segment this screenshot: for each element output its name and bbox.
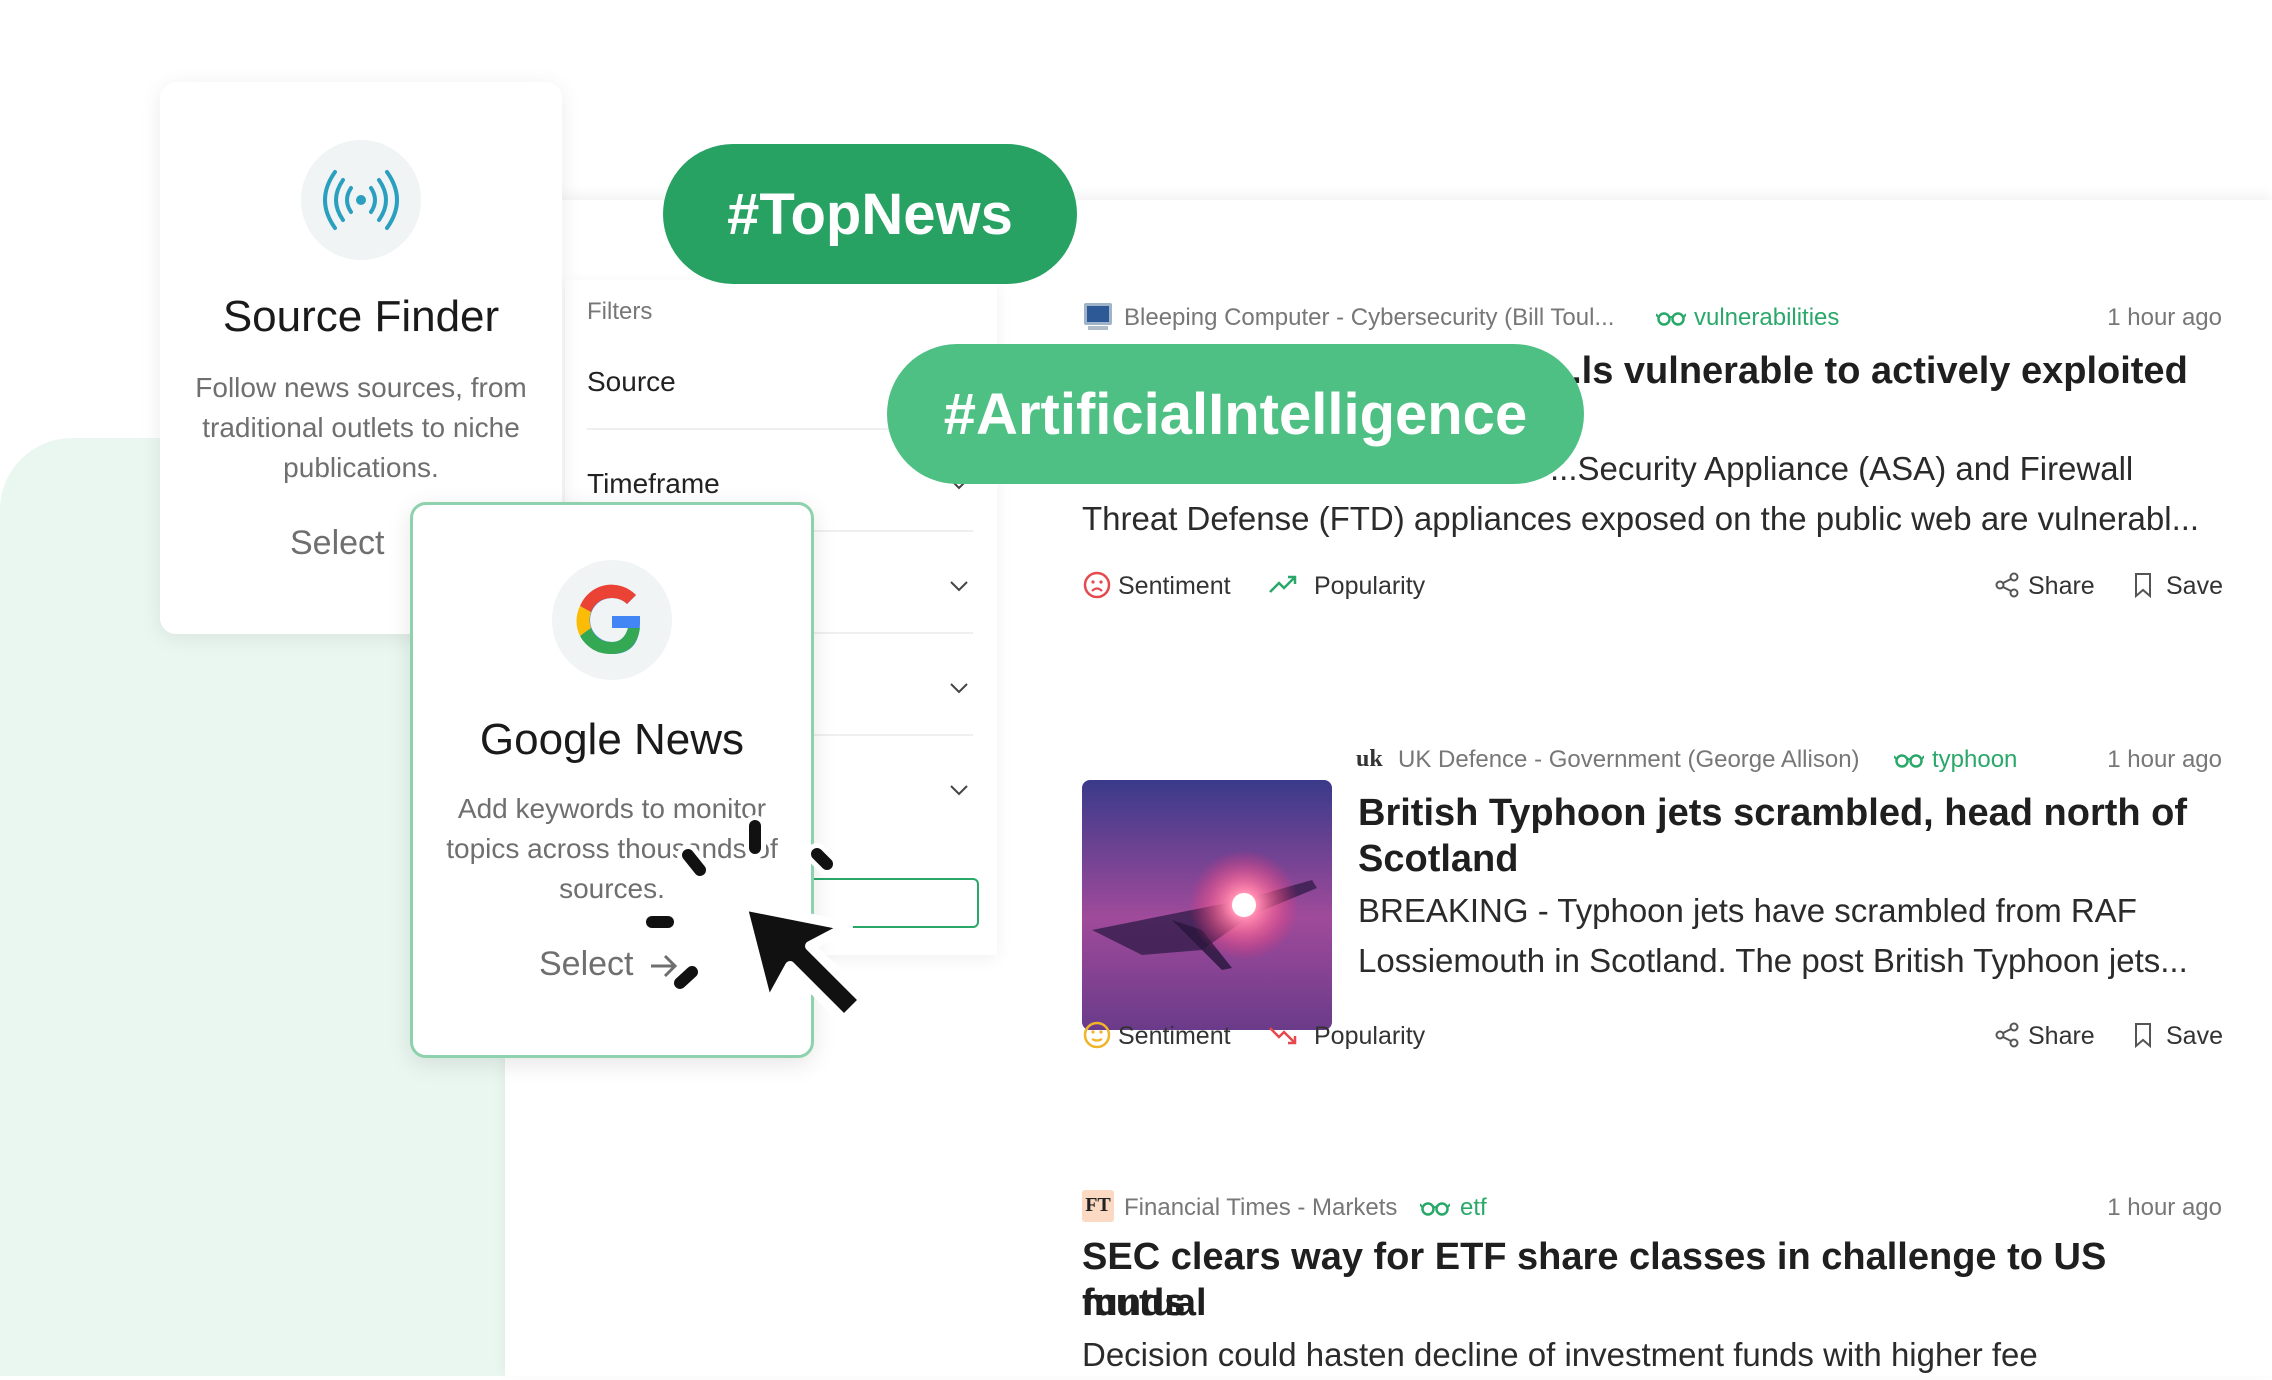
filter-label: Timeframe [587, 468, 720, 499]
article-time: 1 hour ago [2107, 1194, 2222, 1221]
sentiment-button[interactable]: Sentiment [1118, 1022, 1231, 1051]
article-keyword[interactable]: vulnerabilities [1694, 304, 1839, 332]
article-headline[interactable]: Scotland [1358, 836, 1518, 882]
save-button[interactable]: Save [2166, 1022, 2223, 1051]
article-time: 1 hour ago [2107, 304, 2222, 331]
share-button[interactable]: Share [2028, 572, 2095, 601]
article-source[interactable]: UK Defence - Government (George Allison) [1398, 746, 1860, 774]
chevron-down-icon [950, 785, 968, 796]
share-button[interactable]: Share [2028, 1022, 2095, 1051]
article-time: 1 hour ago [2107, 746, 2222, 773]
topnews-tag[interactable]: #TopNews [663, 144, 1077, 284]
glasses-icon [1894, 754, 1924, 768]
arrow-right-icon [650, 954, 678, 978]
article-snippet: Decision could hasten decline of investm… [1082, 1336, 2038, 1373]
article-actions: Sentiment Popularity Share Save [1082, 1016, 2223, 1056]
article-card[interactable]: uk UK Defence - Government (George Allis… [1082, 740, 2223, 1060]
bookmark-icon [2135, 573, 2151, 599]
google-news-card[interactable]: Google News Add keywords to monitor topi… [410, 502, 814, 1058]
card-description: Add keywords to monitor topics across th… [446, 793, 778, 904]
bookmark-icon [2135, 1023, 2151, 1049]
card-description: Follow news sources, from traditional ou… [195, 372, 527, 483]
jet-photo-image [1082, 780, 1332, 1030]
sentiment-button[interactable]: Sentiment [1118, 572, 1231, 601]
article-actions: Sentiment Popularity Share Save [1082, 566, 2223, 606]
select-label: Select [539, 945, 634, 983]
article-snippet: Lossiemouth in Scotland. The post Britis… [1358, 942, 2188, 979]
article-snippet: BREAKING - Typhoon jets have scrambled f… [1358, 892, 2137, 929]
article-headline[interactable]: funds [1082, 1280, 1185, 1326]
article-meta: uk UK Defence - Government (George Allis… [1082, 740, 2222, 780]
uk-defence-logo: uk [1356, 746, 1383, 772]
select-label: Select [290, 524, 385, 562]
icon-circle [552, 560, 672, 680]
chevron-down-icon [950, 581, 968, 592]
google-select-button[interactable]: Select [539, 945, 811, 984]
popularity-button[interactable]: Popularity [1314, 572, 1425, 601]
artificial-intelligence-tag[interactable]: #ArtificialIntelligence [887, 344, 1584, 484]
trending-down-icon [1269, 1027, 1297, 1045]
article-snippet: ...Security Appliance (ASA) and Firewall [1550, 450, 2134, 487]
glasses-icon [1656, 312, 1686, 326]
share-icon [1995, 1022, 2019, 1048]
popularity-button[interactable]: Popularity [1314, 1022, 1425, 1051]
filters-title: Filters [587, 298, 653, 325]
save-button[interactable]: Save [2166, 572, 2223, 601]
trending-up-icon [1269, 575, 1297, 593]
share-icon [1995, 572, 2019, 598]
glasses-icon [1420, 1202, 1450, 1216]
article-meta: Bleeping Computer - Cybersecurity (Bill … [1082, 298, 2222, 338]
article-headline[interactable]: British Typhoon jets scrambled, head nor… [1358, 790, 2187, 836]
article-keyword[interactable]: etf [1460, 1194, 1487, 1222]
card-title: Source Finder [222, 292, 500, 341]
chevron-down-icon [950, 683, 968, 694]
filter-label: Source [587, 366, 676, 397]
card-title: Google News [479, 715, 745, 764]
article-headline[interactable]: SEC clears way for ETF share classes in … [1082, 1234, 2222, 1326]
article-meta: FT Financial Times - Markets etf 1 hour … [1082, 1188, 2222, 1228]
neutral-face-icon [1083, 1021, 1111, 1049]
broadcast-icon [323, 170, 399, 230]
article-source[interactable]: Financial Times - Markets [1124, 1194, 1397, 1222]
article-headline[interactable]: ...ls vulnerable to actively exploited [1550, 348, 2188, 394]
article-card[interactable]: FT Financial Times - Markets etf 1 hour … [1082, 1188, 2222, 1376]
article-snippet: Threat Defense (FTD) appliances exposed … [1082, 500, 2200, 537]
ft-logo: FT [1082, 1190, 1114, 1222]
icon-circle [301, 140, 421, 260]
sad-face-icon [1083, 571, 1111, 599]
google-icon [576, 584, 640, 655]
article-thumbnail[interactable] [1082, 780, 1332, 1030]
article-keyword[interactable]: typhoon [1932, 746, 2017, 774]
bleeping-computer-favicon-icon [1084, 303, 1112, 330]
article-source[interactable]: Bleeping Computer - Cybersecurity (Bill … [1124, 304, 1614, 332]
